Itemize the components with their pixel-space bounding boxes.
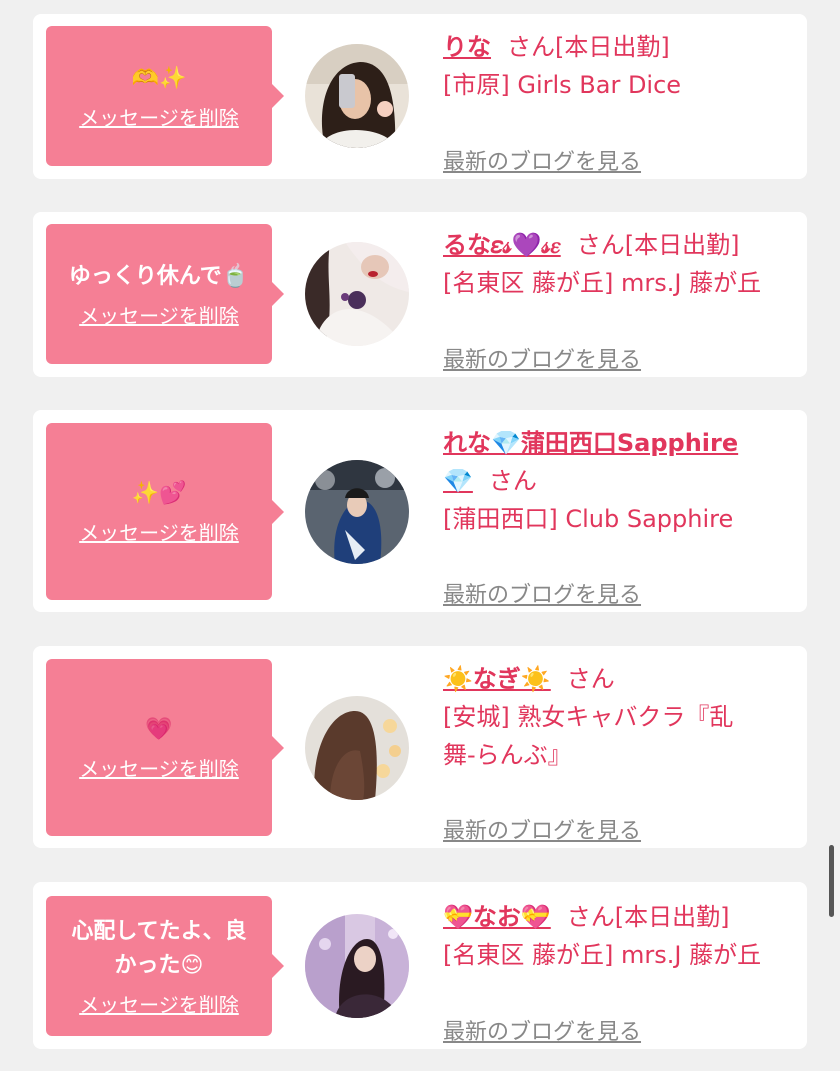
cast-info: るな𝜀𝓈💜𝓈𝜀 さん[本日出勤] [名東区 藤が丘] mrs.J 藤が丘 最新のブ… [443, 226, 797, 373]
message-card-4: 💗 メッセージを削除 ☀️なぎ☀️ さん [安城] 熟女キャバクラ『乱 舞-らんぶ… [33, 646, 807, 848]
scrollbar-thumb[interactable] [829, 845, 834, 917]
delete-message-link[interactable]: メッセージを削除 [79, 300, 239, 329]
cast-name-link-cont[interactable]: 💎 [443, 467, 473, 495]
latest-blog-link[interactable]: 最新のブログを見る [443, 577, 641, 609]
cast-info: れな💎蒲田西口Sapphire 💎 さん [蒲田西口] Club Sapphire… [443, 424, 797, 608]
shop-name: [安城] 熟女キャバクラ『乱 [443, 703, 734, 731]
message-text: ゆっくり休んで🍵 [68, 263, 250, 289]
message-bubble: 💗 メッセージを削除 [46, 659, 284, 836]
message-text-line2: かった😊 [114, 952, 204, 978]
avatar-photo [305, 696, 409, 800]
honorific: さん [507, 33, 555, 61]
cast-name-link[interactable]: 💝なお💝 [443, 903, 551, 931]
message-card-3: ✨💕 メッセージを削除 れな💎蒲田西口Sapphire 💎 さん [蒲田西口] C… [33, 410, 807, 612]
delete-message-link[interactable]: メッセージを削除 [79, 989, 239, 1018]
honorific: さん [488, 467, 537, 495]
status-badge: [本日出勤] [614, 903, 730, 931]
cast-name-link[interactable]: ☀️なぎ☀️ [443, 665, 551, 693]
message-card-2: ゆっくり休んで🍵 メッセージを削除 るな𝜀𝓈💜𝓈𝜀 さん[本日出勤] [名東区 藤… [33, 212, 807, 377]
latest-blog-link[interactable]: 最新のブログを見る [443, 813, 641, 845]
avatar-photo [305, 914, 409, 1018]
cast-name-link[interactable]: るな𝜀𝓈💜𝓈𝜀 [443, 231, 561, 259]
avatar[interactable] [305, 914, 409, 1018]
cast-info: 💝なお💝 さん[本日出勤] [名東区 藤が丘] mrs.J 藤が丘 最新のブログを… [443, 898, 797, 1045]
message-text: 🫶✨ [131, 65, 187, 91]
delete-message-link[interactable]: メッセージを削除 [79, 753, 239, 782]
shop-name-cont: 舞-らんぶ』 [443, 741, 572, 769]
status-badge: [本日出勤] [624, 231, 740, 259]
message-bubble: ✨💕 メッセージを削除 [46, 423, 284, 600]
cast-info: りな さん[本日出勤] [市原] Girls Bar Dice 最新のブログを見る [443, 28, 797, 175]
avatar[interactable] [305, 242, 409, 346]
shop-name: [蒲田西口] Club Sapphire [443, 505, 734, 533]
avatar-photo [305, 460, 409, 564]
delete-message-link[interactable]: メッセージを削除 [79, 517, 239, 546]
status-badge: [本日出勤] [555, 33, 670, 61]
honorific: さん [576, 231, 625, 259]
message-card-1: 🫶✨ メッセージを削除 りな さん[本日出勤] [市原] Girls Bar Di… [33, 14, 807, 179]
cast-name-link[interactable]: れな💎蒲田西口Sapphire [443, 429, 738, 457]
avatar[interactable] [305, 44, 409, 148]
shop-name: [名東区 藤が丘] mrs.J 藤が丘 [443, 269, 762, 297]
message-text-line1: 心配してたよ、良 [71, 918, 247, 944]
honorific: さん [566, 903, 615, 931]
latest-blog-link[interactable]: 最新のブログを見る [443, 1014, 641, 1046]
latest-blog-link[interactable]: 最新のブログを見る [443, 342, 641, 374]
message-card-5: 心配してたよ、良 かった😊 メッセージを削除 💝なお💝 さん[本日出勤] [名東区… [33, 882, 807, 1049]
avatar-photo [305, 242, 409, 346]
message-bubble: 心配してたよ、良 かった😊 メッセージを削除 [46, 896, 284, 1036]
avatar[interactable] [305, 696, 409, 800]
avatar-photo [305, 44, 409, 148]
avatar[interactable] [305, 460, 409, 564]
shop-name: [市原] Girls Bar Dice [443, 71, 682, 99]
message-bubble: 🫶✨ メッセージを削除 [46, 26, 284, 166]
honorific: さん [566, 665, 615, 693]
shop-name: [名東区 藤が丘] mrs.J 藤が丘 [443, 941, 762, 969]
message-text: 💗 [145, 717, 173, 742]
cast-name-link[interactable]: りな [443, 33, 491, 61]
cast-info: ☀️なぎ☀️ さん [安城] 熟女キャバクラ『乱 舞-らんぶ』 最新のブログを見る [443, 660, 797, 844]
message-text: ✨💕 [131, 481, 187, 506]
latest-blog-link[interactable]: 最新のブログを見る [443, 144, 641, 176]
message-bubble: ゆっくり休んで🍵 メッセージを削除 [46, 224, 284, 364]
delete-message-link[interactable]: メッセージを削除 [79, 102, 239, 131]
